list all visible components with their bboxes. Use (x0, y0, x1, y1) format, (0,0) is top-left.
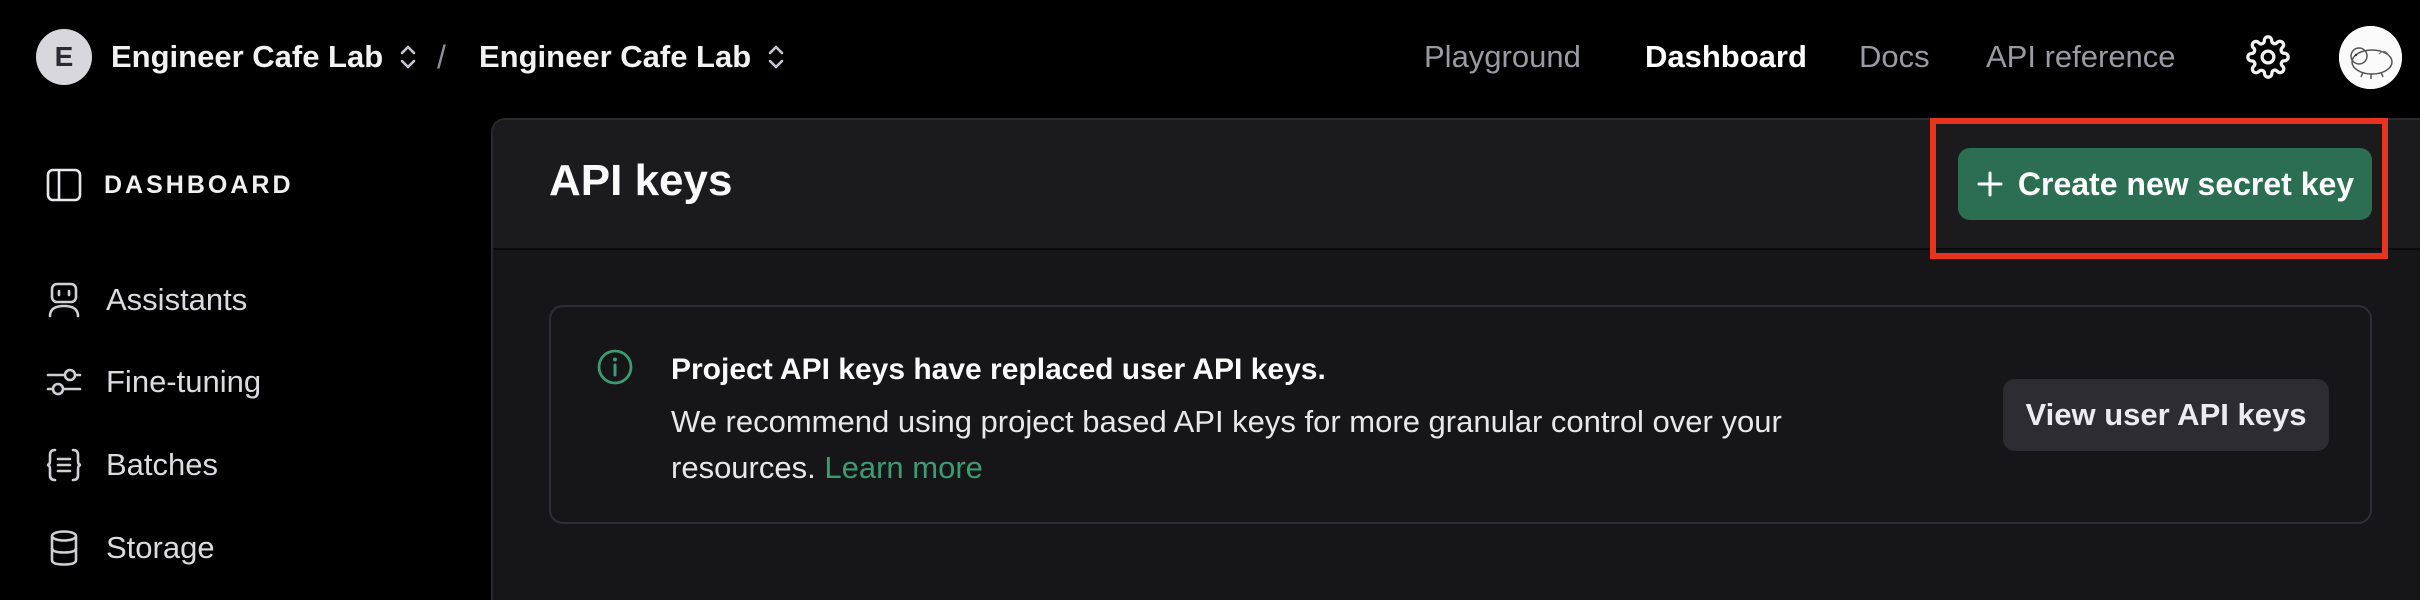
sidebar-item-label: Storage (106, 530, 215, 565)
create-secret-key-label: Create new secret key (2017, 165, 2355, 202)
info-notice: Project API keys have replaced user API … (549, 305, 2372, 524)
robot-icon (48, 282, 80, 318)
sidebar: DASHBOARD Assistants Fine-tuning Batches (0, 115, 490, 600)
sidebar-item-assistants[interactable]: Assistants (44, 277, 247, 323)
sidebar-item-label: Batches (106, 447, 219, 482)
sidebar-panel-icon (46, 168, 82, 202)
view-user-api-keys-button[interactable]: View user API keys (2003, 379, 2329, 451)
braces-icon (46, 448, 82, 482)
org-switcher[interactable]: Engineer Cafe Lab (111, 34, 419, 80)
nav-dashboard[interactable]: Dashboard (1645, 34, 1807, 80)
sidebar-item-batches[interactable]: Batches (44, 442, 218, 488)
plus-icon (1977, 171, 2003, 197)
info-icon (597, 349, 633, 385)
sidebar-item-storage[interactable]: Storage (44, 525, 215, 571)
nav-api-reference[interactable]: API reference (1986, 34, 2176, 80)
sidebar-item-label: Assistants (106, 282, 248, 317)
chevron-up-down-icon (768, 45, 784, 69)
page-title: API keys (549, 156, 733, 205)
learn-more-link[interactable]: Learn more (824, 450, 983, 485)
sliders-icon (46, 368, 82, 396)
avatar-illustration-icon (2339, 26, 2402, 89)
sidebar-item-label: Fine-tuning (106, 364, 262, 399)
notice-body: We recommend using project based API key… (671, 399, 1851, 491)
breadcrumb-separator: / (437, 38, 446, 75)
org-name: Engineer Cafe Lab (111, 39, 384, 74)
database-icon (50, 530, 78, 566)
nav-docs[interactable]: Docs (1859, 34, 1930, 80)
user-avatar[interactable] (2339, 26, 2402, 89)
project-switcher[interactable]: Engineer Cafe Lab (479, 34, 787, 80)
gear-icon[interactable] (2246, 35, 2290, 79)
org-initial: E (54, 41, 74, 72)
org-avatar[interactable]: E (36, 29, 92, 85)
create-secret-key-button[interactable]: Create new secret key (1958, 148, 2372, 220)
sidebar-item-fine-tuning[interactable]: Fine-tuning (44, 359, 261, 405)
top-bar: E Engineer Cafe Lab / Engineer Cafe Lab … (0, 0, 2420, 115)
notice-title: Project API keys have replaced user API … (671, 353, 1326, 386)
project-name: Engineer Cafe Lab (479, 39, 752, 74)
nav-playground[interactable]: Playground (1424, 34, 1581, 80)
chevron-up-down-icon (400, 45, 416, 69)
sidebar-section-label: DASHBOARD (104, 170, 294, 199)
sidebar-dashboard-header[interactable]: DASHBOARD (44, 165, 294, 205)
